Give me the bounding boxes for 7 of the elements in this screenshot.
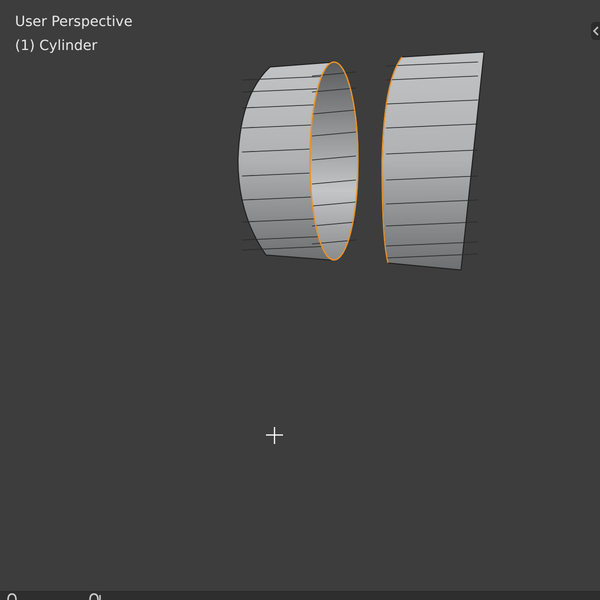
object-label: (1) Cylinder	[15, 37, 98, 55]
mouse-icon	[6, 592, 18, 600]
chevron-left-icon	[592, 26, 598, 36]
sidebar-toggle-button[interactable]	[591, 22, 600, 40]
3d-cursor-icon	[266, 427, 283, 444]
view-name-label: User Perspective	[15, 13, 132, 31]
mouse-icon	[88, 592, 102, 600]
